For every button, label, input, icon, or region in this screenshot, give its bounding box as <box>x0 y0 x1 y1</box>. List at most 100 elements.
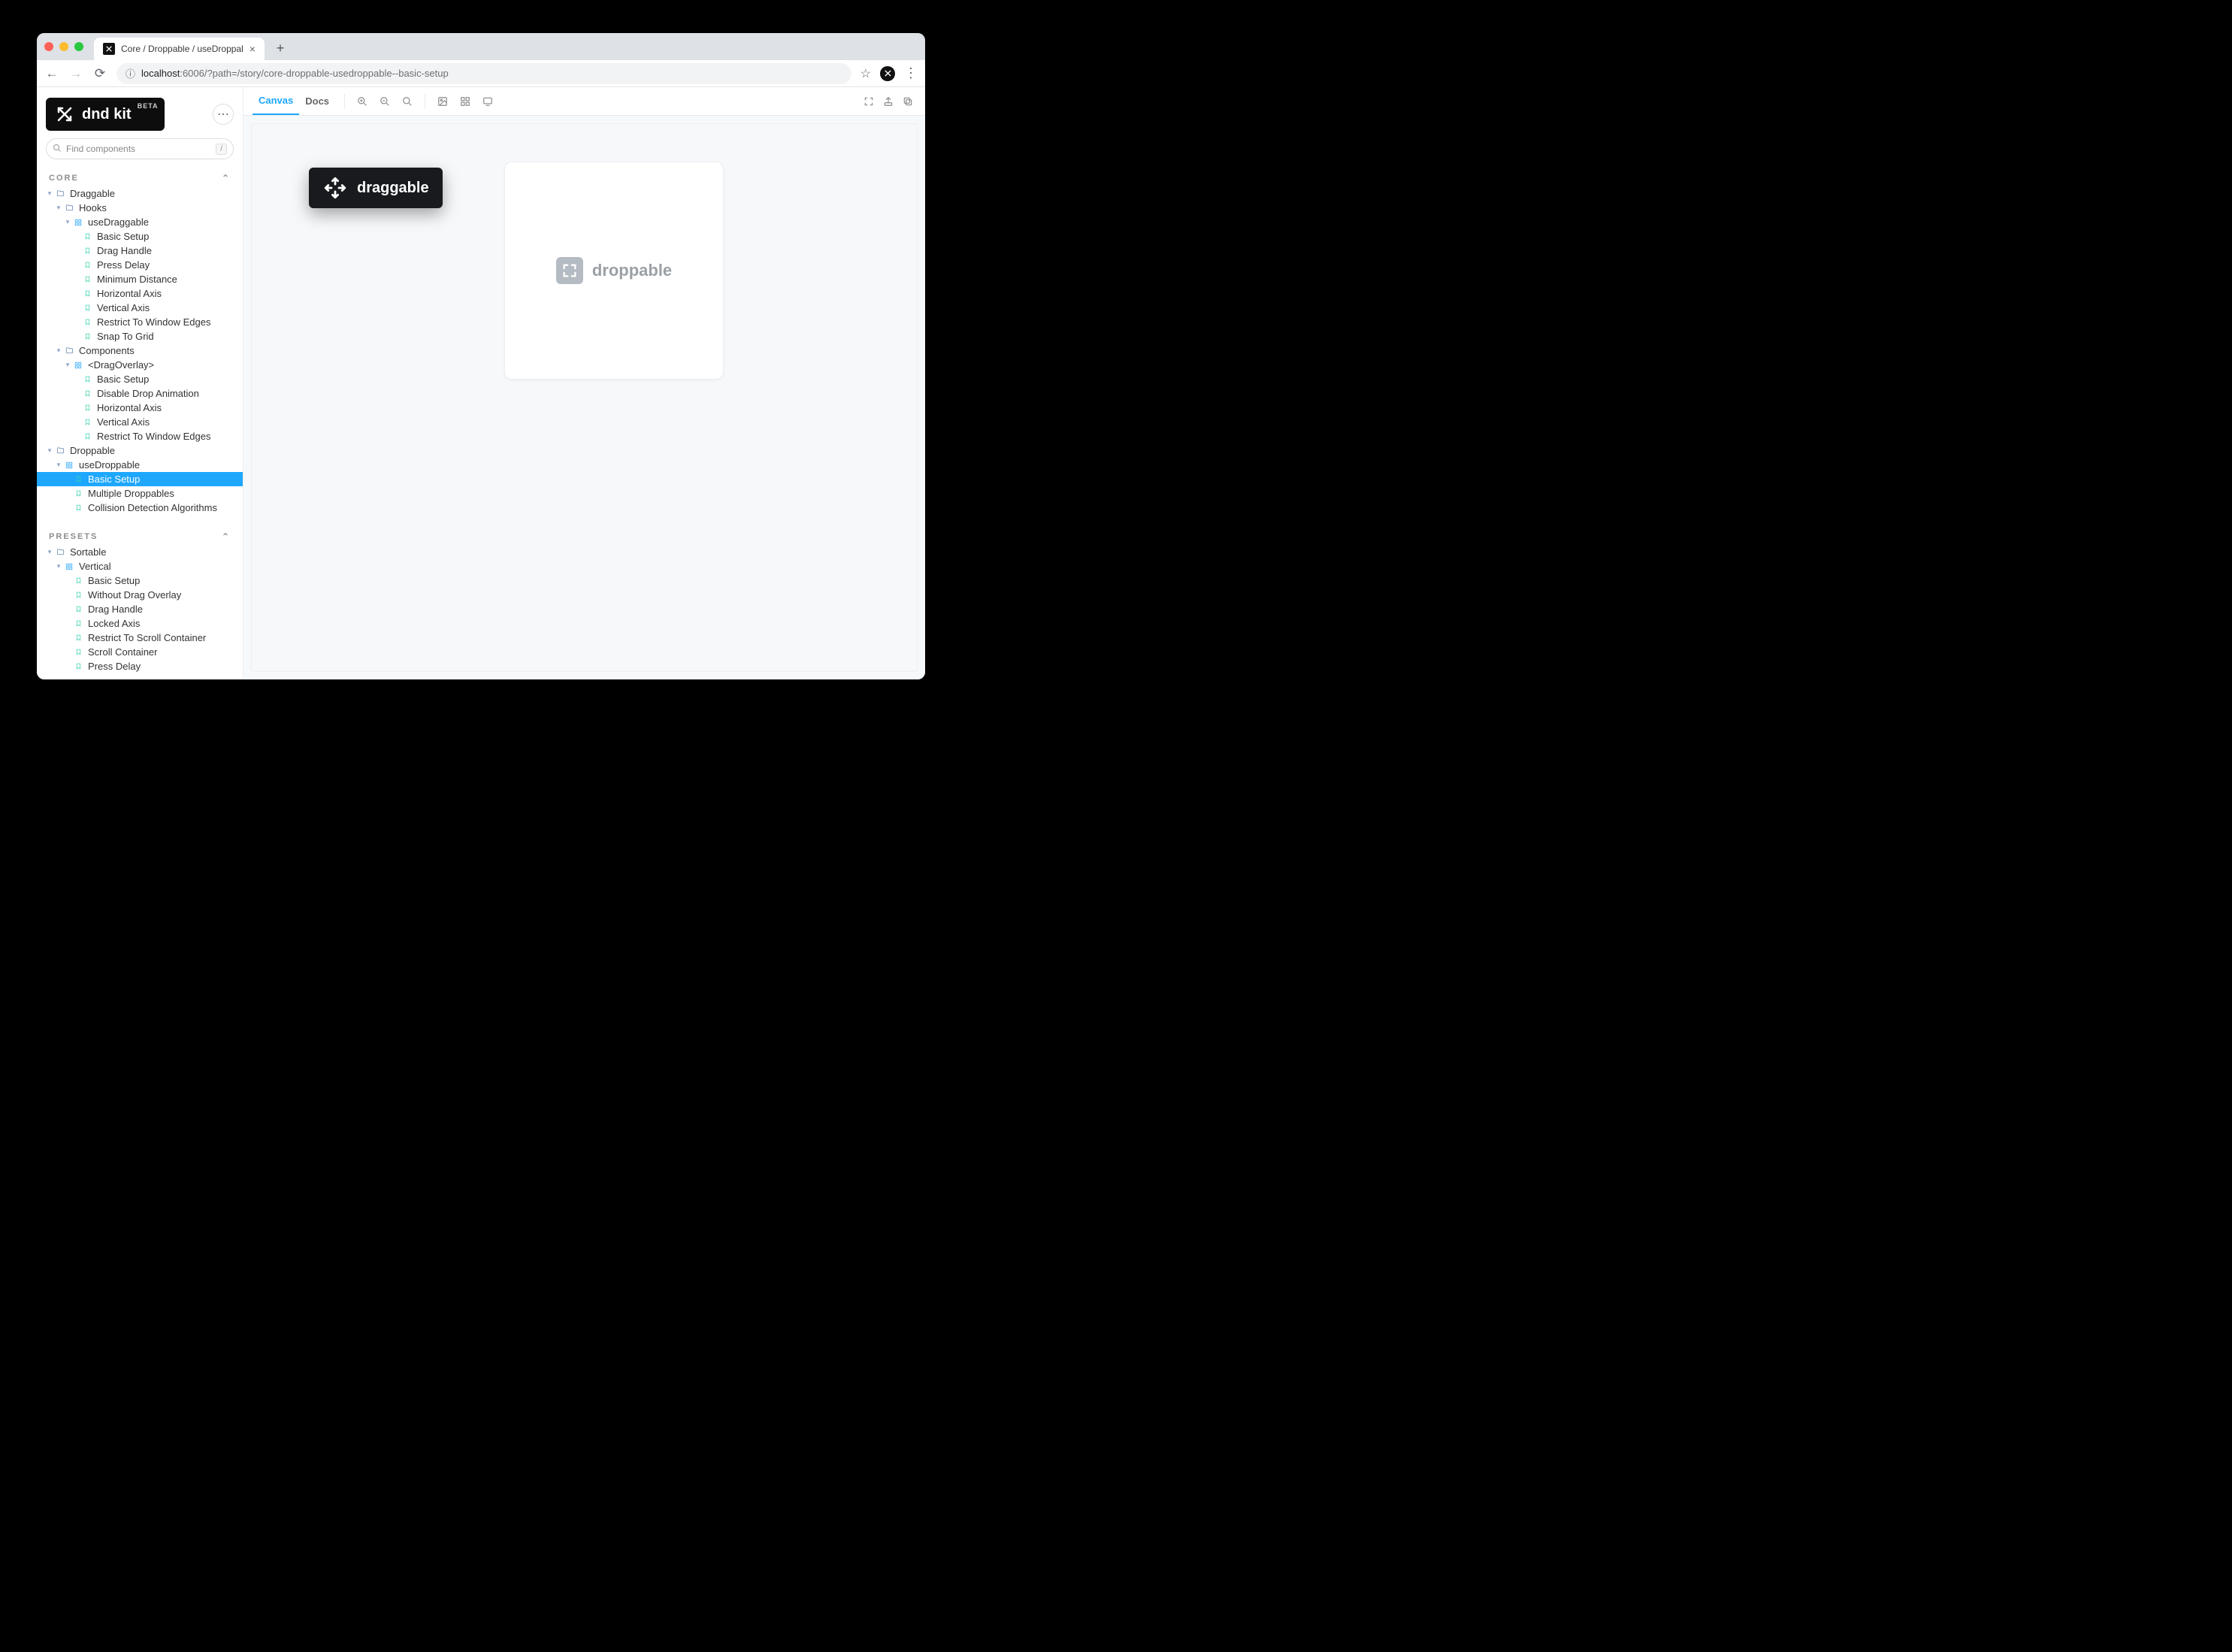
tree-row[interactable]: •Collision Detection Algorithms <box>37 501 243 515</box>
tree-row[interactable]: •Basic Setup <box>37 372 243 386</box>
tree-row[interactable]: •Scroll Container <box>37 645 243 659</box>
caret-icon: ▾ <box>46 446 53 455</box>
tree-row[interactable]: ▾ Draggable <box>37 186 243 201</box>
tree-row[interactable]: •Horizontal Axis <box>37 401 243 415</box>
tree-row[interactable]: •Disable Drop Animation <box>37 386 243 401</box>
tree-label: Collision Detection Algorithms <box>88 502 217 513</box>
background-icon[interactable] <box>434 93 451 110</box>
story-icon <box>82 261 92 269</box>
tree-row[interactable]: •Horizontal Axis <box>37 286 243 301</box>
story-icon <box>82 332 92 340</box>
droppable-label: droppable <box>592 261 672 280</box>
search-shortcut: / <box>216 144 227 155</box>
tree-row[interactable]: •Vertical Axis <box>37 301 243 315</box>
zoom-in-icon[interactable] <box>354 93 370 110</box>
tree-row[interactable]: •Restrict To Scroll Container <box>37 631 243 645</box>
tree-label: Press Delay <box>97 259 150 271</box>
back-button[interactable]: ← <box>44 66 59 81</box>
tree-row[interactable]: •Basic Setup <box>37 573 243 588</box>
section-collapse-icon[interactable]: ⌃ <box>222 173 231 183</box>
story-icon <box>73 475 83 483</box>
tree-row[interactable]: •Vertical Axis <box>37 415 243 429</box>
tree-label: Draggable <box>70 188 115 199</box>
brand-badge[interactable]: dnd kit BETA <box>46 98 165 131</box>
tree-row[interactable]: •Drag Handle <box>37 244 243 258</box>
tree-row[interactable]: ▾<DragOverlay> <box>37 358 243 372</box>
reload-button[interactable]: ⟳ <box>92 66 107 81</box>
story-icon <box>82 247 92 255</box>
fullscreen-icon[interactable] <box>860 93 877 110</box>
browser-tab[interactable]: Core / Droppable / useDroppal × <box>94 38 265 60</box>
bookmark-icon[interactable]: ☆ <box>860 66 871 81</box>
extension-icon[interactable] <box>880 66 895 81</box>
url-actions: ☆ ⋮ <box>860 65 918 81</box>
story-icon <box>73 504 83 512</box>
droppable-zone[interactable]: droppable <box>504 162 724 380</box>
grid-icon <box>64 461 74 469</box>
tree-label: Drag Handle <box>97 245 152 256</box>
story-icon <box>82 304 92 312</box>
toolbar: CanvasDocs <box>243 87 925 116</box>
tree-row[interactable]: ▾Hooks <box>37 201 243 215</box>
caret-icon: ▾ <box>55 562 62 570</box>
tree-label: Restrict To Window Edges <box>97 431 211 442</box>
toolbar-tab[interactable]: Docs <box>299 87 335 115</box>
tree-label: Basic Setup <box>88 474 140 485</box>
tree-row[interactable]: •Minimum Distance <box>37 272 243 286</box>
search-input[interactable]: Find components / <box>46 138 234 159</box>
tree-row[interactable]: •Locked Axis <box>37 616 243 631</box>
tree-row[interactable]: •Press Delay <box>37 659 243 673</box>
tree-label: Sortable <box>70 546 106 558</box>
tree-row[interactable]: •Snap To Grid <box>37 329 243 343</box>
section-collapse-icon[interactable]: ⌃ <box>222 531 231 542</box>
tree-row[interactable]: ▾Components <box>37 343 243 358</box>
draggable-item[interactable]: draggable <box>309 168 443 208</box>
caret-icon: ▾ <box>55 204 62 212</box>
tree-row[interactable]: •Multiple Droppables <box>37 486 243 501</box>
caret-icon: ▾ <box>46 189 53 198</box>
tree-row[interactable]: ▾useDraggable <box>37 215 243 229</box>
brand-logo-icon <box>55 104 74 124</box>
maximize-window-button[interactable] <box>74 42 83 51</box>
canvas-frame: draggable droppable <box>251 123 918 672</box>
minimize-window-button[interactable] <box>59 42 68 51</box>
tree-row[interactable]: •Basic Setup <box>37 472 243 486</box>
tree-label: useDroppable <box>79 459 140 470</box>
section-header[interactable]: PRESETS ⌃ <box>37 524 243 545</box>
tree-row[interactable]: •Restrict To Window Edges <box>37 315 243 329</box>
section-header[interactable]: CORE⌃ <box>37 165 243 186</box>
zoom-reset-icon[interactable] <box>399 93 416 110</box>
caret-icon: ▾ <box>55 461 62 469</box>
address-bar[interactable]: ⓘ localhost:6006/?path=/story/core-dropp… <box>116 63 851 84</box>
sidebar-more-button[interactable]: ⋯ <box>213 104 234 125</box>
tree-row[interactable]: ▾Droppable <box>37 443 243 458</box>
tree-row[interactable]: ▾Sortable <box>37 545 243 559</box>
tree-row[interactable]: •Without Drag Overlay <box>37 588 243 602</box>
grid-icon <box>73 362 83 369</box>
forward-button[interactable]: → <box>68 66 83 81</box>
story-icon <box>82 232 92 241</box>
toolbar-tab[interactable]: Canvas <box>253 87 299 115</box>
section-title: PRESETS <box>49 532 98 541</box>
story-icon <box>73 591 83 599</box>
tree-row[interactable]: •Basic Setup <box>37 229 243 244</box>
new-tab-button[interactable]: + <box>271 38 290 58</box>
viewport-icon[interactable] <box>479 93 496 110</box>
open-external-icon[interactable] <box>880 93 897 110</box>
tree-row[interactable]: ▾Vertical <box>37 559 243 573</box>
tree-row[interactable]: ▾ useDroppable <box>37 458 243 472</box>
tree-label: Restrict To Window Edges <box>97 316 211 328</box>
close-window-button[interactable] <box>44 42 53 51</box>
tree-row[interactable]: •Drag Handle <box>37 602 243 616</box>
url-port: :6006 <box>180 68 204 79</box>
zoom-out-icon[interactable] <box>377 93 393 110</box>
folder-icon <box>55 446 65 455</box>
grid-icon[interactable] <box>457 93 473 110</box>
tree-row[interactable]: •Press Delay <box>37 258 243 272</box>
site-info-icon[interactable]: ⓘ <box>126 66 135 80</box>
copy-link-icon[interactable] <box>900 93 916 110</box>
tree-label: Vertical Axis <box>97 416 150 428</box>
browser-menu-icon[interactable]: ⋮ <box>904 65 918 81</box>
tree-row[interactable]: •Restrict To Window Edges <box>37 429 243 443</box>
tab-close-icon[interactable]: × <box>250 43 256 55</box>
